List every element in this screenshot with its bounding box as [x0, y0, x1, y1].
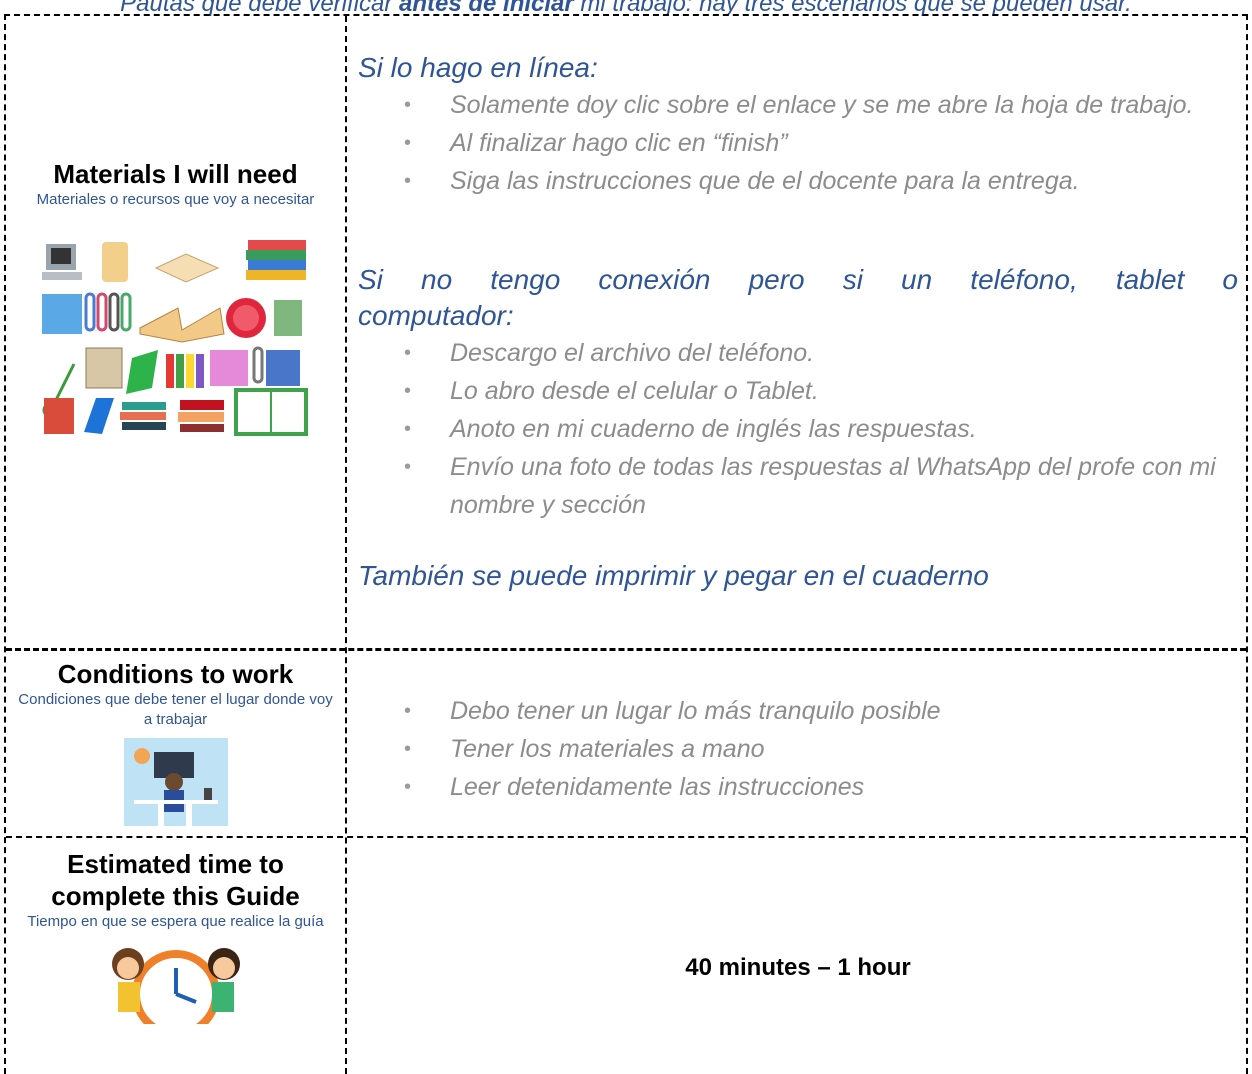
- conditions-title: Conditions to work: [57, 659, 294, 689]
- school-supplies-icon: [40, 238, 312, 438]
- offline-steps-list: Descargo el archivo del teléfono. Lo abr…: [358, 334, 1238, 524]
- print-note: También se puede imprimir y pegar en el …: [358, 560, 989, 591]
- conditions-subtitle: Condiciones que debe tener el lugar dond…: [18, 691, 333, 728]
- time-title-line: complete this Guide: [51, 881, 300, 911]
- materials-subtitle: Materiales o recursos que voy a necesita…: [36, 191, 315, 208]
- conditions-label-cell: Conditions to work Condiciones que debe …: [6, 658, 345, 826]
- list-item: Descargo el archivo del teléfono.: [358, 334, 1238, 372]
- online-heading: Si lo hago en línea:: [358, 52, 598, 83]
- list-item: Al finalizar hago clic en “finish”: [358, 124, 1238, 162]
- offline-heading-continued: computador:: [358, 300, 514, 331]
- conditions-list: Debo tener un lugar lo más tranquilo pos…: [358, 692, 1238, 806]
- kids-with-clock-icon: [106, 934, 246, 1024]
- time-label-cell: Estimated time to complete this Guide Ti…: [6, 848, 345, 1024]
- guide-table: Materials I will need Materiales o recur…: [4, 14, 1248, 1074]
- list-item: Solamente doy clic sobre el enlace y se …: [358, 86, 1238, 124]
- list-item: Envío una foto de todas las respuestas a…: [358, 448, 1238, 524]
- person-at-desk-icon: [123, 738, 228, 826]
- list-item: Debo tener un lugar lo más tranquilo pos…: [358, 692, 1238, 730]
- materials-instructions-cell: Si lo hago en línea: Solamente doy clic …: [358, 50, 1238, 594]
- time-subtitle: Tiempo en que se espera que realice la g…: [27, 913, 324, 930]
- list-item: Leer detenidamente las instrucciones: [358, 768, 1238, 806]
- list-item: Lo abro desde el celular o Tablet.: [358, 372, 1238, 410]
- materials-title: Materials I will need: [53, 159, 298, 189]
- list-item: Anoto en mi cuaderno de inglés las respu…: [358, 410, 1238, 448]
- time-title: Estimated time to complete this Guide: [6, 848, 345, 912]
- list-item: Tener los materiales a mano: [358, 730, 1238, 768]
- column-divider: [345, 16, 347, 1074]
- online-steps-list: Solamente doy clic sobre el enlace y se …: [358, 86, 1238, 200]
- time-title-line: Estimated time to: [67, 849, 284, 879]
- row-divider: [6, 836, 1246, 838]
- offline-heading: Si no tengo conexión pero si un teléfono…: [358, 264, 1238, 295]
- materials-label-cell: Materials I will need Materiales o recur…: [6, 158, 345, 438]
- list-item: Siga las instrucciones que de el docente…: [358, 162, 1238, 200]
- row-divider: [6, 648, 1246, 651]
- estimated-time-value: 40 minutes – 1 hour: [685, 954, 911, 981]
- conditions-cell: Debo tener un lugar lo más tranquilo pos…: [358, 692, 1238, 806]
